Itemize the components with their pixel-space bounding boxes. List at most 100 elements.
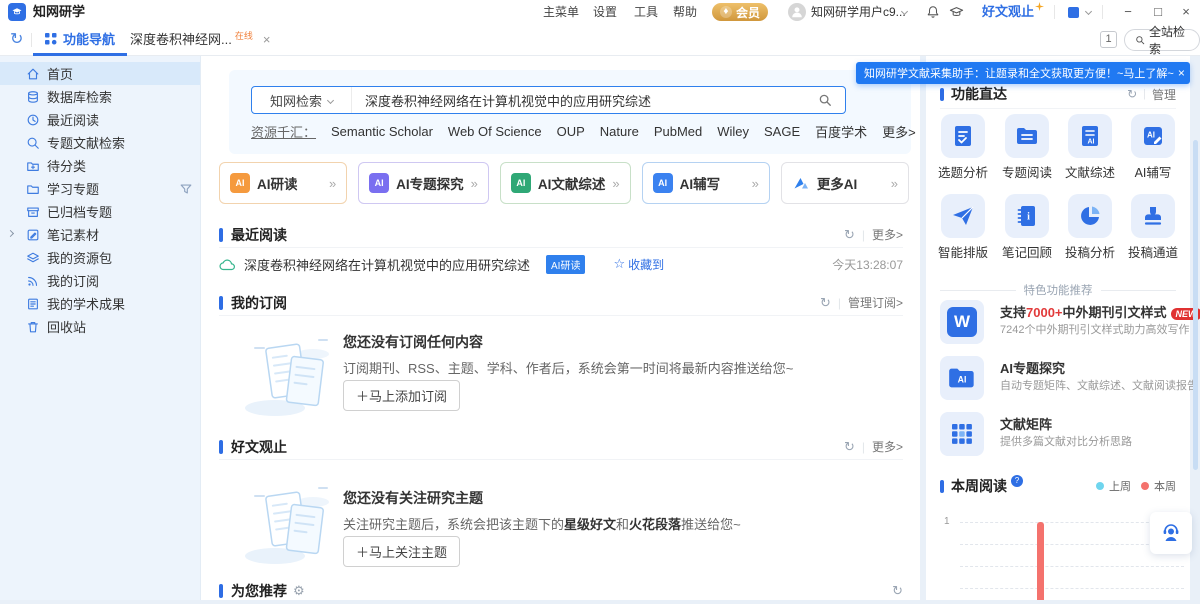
avatar[interactable] <box>788 3 806 21</box>
quick-item-label[interactable]: 笔记回顾 <box>995 242 1059 261</box>
refresh-icon[interactable]: ↻ <box>820 295 831 311</box>
paper-plane-icon <box>951 204 975 228</box>
sparkle-icon <box>1035 2 1044 11</box>
smart-layout-button[interactable] <box>941 194 985 238</box>
more-ai-button[interactable]: 更多AI » <box>781 162 909 204</box>
quick-item-label[interactable]: 选题分析 <box>931 162 995 181</box>
sidebar-item-database-search[interactable]: 数据库检索 <box>0 85 200 108</box>
menu-main[interactable]: 主菜单 <box>543 0 579 24</box>
topic-analysis-button[interactable] <box>941 114 985 158</box>
follow-topic-button[interactable]: ＋马上关注主题 <box>343 536 460 567</box>
search-submit-button[interactable] <box>805 87 845 113</box>
notification-bell-icon[interactable] <box>926 5 940 19</box>
ai-assist-write-quick-button[interactable]: AI <box>1131 114 1175 158</box>
more-link[interactable]: 更多> <box>872 226 903 243</box>
help-icon[interactable]: ? <box>1011 475 1023 487</box>
sidebar-item-note-material[interactable]: 笔记素材 <box>0 223 200 246</box>
menu-tools[interactable]: 工具 <box>634 0 658 24</box>
refresh-icon[interactable]: ↻ <box>1127 87 1137 101</box>
feature-ai-topic-explore[interactable]: AI AI专题探究 自动专题矩阵、文献综述、文献阅读报告 <box>940 356 1176 404</box>
add-subscription-button[interactable]: ＋马上添加订阅 <box>343 380 460 411</box>
feature-citation-styles[interactable]: W 支持7000+中外期刊引文样式NEW 7242个中外期刊引文样式助力高效写作 <box>940 300 1176 348</box>
note-review-button[interactable]: i <box>1005 194 1049 238</box>
menu-settings[interactable]: 设置 <box>593 0 617 24</box>
sidebar-item-academic-achievements[interactable]: 我的学术成果 <box>0 292 200 315</box>
section-bar <box>219 440 223 454</box>
ai-read-badge[interactable]: AI研读 <box>546 255 585 274</box>
resource-link-wiley[interactable]: Wiley <box>717 124 749 139</box>
resource-link-oup[interactable]: OUP <box>557 124 585 139</box>
quick-item-label[interactable]: 智能排版 <box>931 242 995 261</box>
topic-reading-button[interactable] <box>1005 114 1049 158</box>
manage-subscriptions-link[interactable]: 管理订阅> <box>848 294 903 311</box>
refresh-icon[interactable]: ↻ <box>10 24 23 56</box>
theme-chevron-down-icon[interactable] <box>1085 8 1092 15</box>
more-link[interactable]: 更多> <box>872 438 903 455</box>
tab-function-nav[interactable]: 功能导航 <box>33 24 127 56</box>
quick-item-label[interactable]: 投稿分析 <box>1058 242 1122 261</box>
literature-review-button[interactable]: AI <box>1068 114 1112 158</box>
resource-link-semantic-scholar[interactable]: Semantic Scholar <box>331 124 433 139</box>
resource-link-sage[interactable]: SAGE <box>764 124 800 139</box>
sidebar-item-home[interactable]: 首页 <box>0 62 200 85</box>
recent-doc-title[interactable]: 深度卷积神经网络在计算机视觉中的应用研究综述 <box>244 255 530 274</box>
sidebar-item-subscriptions[interactable]: 我的订阅 <box>0 269 200 292</box>
customer-service-button[interactable] <box>1150 512 1192 554</box>
submission-analysis-button[interactable] <box>1068 194 1112 238</box>
scrollbar[interactable] <box>1193 140 1198 470</box>
filter-icon[interactable] <box>179 182 193 196</box>
submission-channel-button[interactable] <box>1131 194 1175 238</box>
sidebar-item-unclassified[interactable]: 待分类 <box>0 154 200 177</box>
refresh-icon[interactable]: ↻ <box>844 439 855 455</box>
quick-item-label[interactable]: 专题阅读 <box>995 162 1059 181</box>
resource-link-web-of-science[interactable]: Web Of Science <box>448 124 542 139</box>
manage-quick-access-link[interactable]: 管理 <box>1152 86 1176 103</box>
window-close-icon[interactable]: × <box>1178 0 1194 24</box>
recent-doc-row[interactable]: 深度卷积神经网络在计算机视觉中的应用研究综述 AI研读 ☆ 收藏到 今天13:2… <box>219 252 903 276</box>
sidebar-item-recent-reading[interactable]: 最近阅读 <box>0 108 200 131</box>
feature-literature-matrix[interactable]: 文献矩阵 提供多篇文献对比分析思路 <box>940 412 1176 460</box>
theme-color-selector[interactable] <box>1068 7 1079 18</box>
sidebar-item-recycle-bin[interactable]: 回收站 <box>0 315 200 338</box>
sidebar-item-study-topics[interactable]: 学习专题 <box>0 177 200 200</box>
banner-close-icon[interactable]: × <box>1178 66 1185 80</box>
sidebar-item-resource-pack[interactable]: 我的资源包 <box>0 246 200 269</box>
quick-item-label[interactable]: 文献综述 <box>1058 162 1122 181</box>
sidebar-item-archived-topics[interactable]: 已归档专题 <box>0 200 200 223</box>
ai-read-button[interactable]: AI AI研读 » <box>219 162 347 204</box>
member-badge[interactable]: ♦ 会员 <box>712 3 768 21</box>
resource-link-baidu-scholar[interactable]: 百度学术 <box>815 122 867 141</box>
site-search-button[interactable]: 全站检索 <box>1124 29 1200 51</box>
resource-links-more[interactable]: 更多> <box>882 122 916 141</box>
haowen-guanzhi-link[interactable]: 好文观止 <box>982 0 1034 24</box>
menu-help[interactable]: 帮助 <box>673 0 697 24</box>
main-content: 知网检索 深度卷积神经网络在计算机视觉中的应用研究综述 资源千汇： Semant… <box>200 56 920 600</box>
username[interactable]: 知网研学用户c9... <box>811 0 906 24</box>
recent-reading-header: 最近阅读 ↻ | 更多> <box>219 222 903 248</box>
quick-item-label[interactable]: 投稿通道 <box>1121 242 1185 261</box>
refresh-icon[interactable]: ↻ <box>892 583 903 599</box>
ai-topic-explore-button[interactable]: AI AI专题探究 » <box>358 162 489 204</box>
gear-icon[interactable]: ⚙ <box>293 583 305 599</box>
tab-count-badge[interactable]: 1 <box>1100 31 1117 48</box>
refresh-icon[interactable]: ↻ <box>844 227 855 243</box>
tab-close-icon[interactable]: × <box>263 24 271 56</box>
resource-link-nature[interactable]: Nature <box>600 124 639 139</box>
resource-link-pubmed[interactable]: PubMed <box>654 124 702 139</box>
window-maximize-icon[interactable]: □ <box>1150 0 1166 24</box>
search-box[interactable]: 知网检索 深度卷积神经网络在计算机视觉中的应用研究综述 <box>251 86 846 114</box>
chevron-right-icon[interactable] <box>7 230 14 237</box>
haowen-label: 好文观止 <box>982 4 1034 19</box>
search-input[interactable]: 深度卷积神经网络在计算机视觉中的应用研究综述 <box>352 91 805 110</box>
tab-document[interactable]: 深度卷积神经网... 在线 × <box>122 24 278 56</box>
sidebar-item-topic-literature-search[interactable]: 专题文献检索 <box>0 131 200 154</box>
graduation-cap-icon[interactable] <box>949 5 964 19</box>
quick-item-label[interactable]: AI辅写 <box>1121 162 1185 181</box>
favorite-button[interactable]: ☆ 收藏到 <box>613 256 664 273</box>
ai-assist-write-button[interactable]: AI AI辅写 » <box>642 162 770 204</box>
window-minimize-icon[interactable]: − <box>1120 0 1136 24</box>
collector-promo-banner[interactable]: 知网研学文献采集助手：让题录和全文获取更方便！~马上了解~ × <box>856 62 1190 84</box>
ai-literature-review-button[interactable]: AI AI文献综述 » <box>500 162 631 204</box>
tabbar: ↻ 功能导航 深度卷积神经网... 在线 × 1 全站检索 <box>0 24 1200 56</box>
search-scope-dropdown[interactable]: 知网检索 <box>252 87 352 113</box>
